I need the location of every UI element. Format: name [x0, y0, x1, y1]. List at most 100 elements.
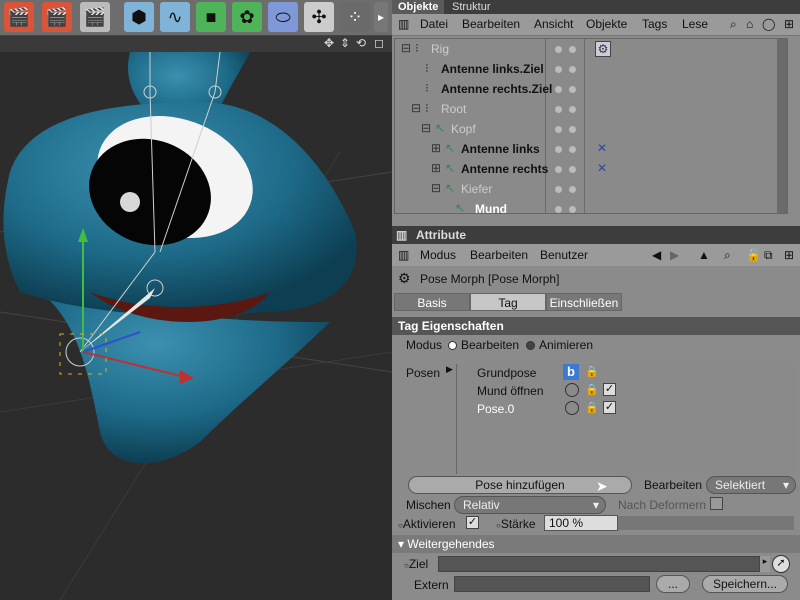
menu-bookmarks[interactable]: Lese — [682, 17, 708, 31]
tab-include[interactable]: Einschließen — [546, 293, 622, 311]
browse-button[interactable]: ... — [656, 575, 690, 593]
render-visibility-dot[interactable] — [569, 86, 576, 93]
render-picture-icon[interactable]: 🎬 — [42, 2, 72, 32]
particle-icon[interactable]: ⁘ — [340, 2, 370, 32]
pose-row[interactable]: Pose.0 🔒 ✓ — [457, 400, 797, 418]
menu-mode[interactable]: Modus — [420, 248, 456, 262]
collapse-icon[interactable]: ⊟ — [411, 101, 421, 115]
render-settings-icon[interactable]: 🎬 — [80, 2, 110, 32]
editor-visibility-dot[interactable] — [555, 166, 562, 173]
tree-row-antenne-links-ziel[interactable]: ⁝ Antenne links.Ziel — [395, 59, 787, 79]
expand-icon[interactable]: ⊞ — [431, 141, 441, 155]
menu-user[interactable]: Benutzer — [540, 248, 588, 262]
editor-visibility-dot[interactable] — [555, 46, 562, 53]
expand-icon[interactable]: ⊞ — [431, 161, 441, 175]
pose-enabled-checkbox[interactable]: ✓ — [603, 383, 616, 396]
menu-edit[interactable]: Bearbeiten — [462, 17, 520, 31]
editor-visibility-dot[interactable] — [555, 126, 562, 133]
strength-slider[interactable] — [618, 516, 794, 530]
extern-field[interactable] — [454, 576, 650, 592]
render-visibility-dot[interactable] — [569, 166, 576, 173]
tab-objects[interactable]: Objekte — [392, 0, 445, 14]
lock-icon[interactable]: 🔓 — [746, 248, 761, 262]
ik-tag-icon[interactable]: ✕ — [597, 141, 607, 155]
render-visibility-dot[interactable] — [569, 106, 576, 113]
editor-visibility-dot[interactable] — [555, 106, 562, 113]
collapse-icon[interactable]: ⊟ — [431, 181, 441, 195]
viewport-3d[interactable]: 🎬 🎬 🎬 ⬢ ∿ ■ ✿ ⬭ ✣ ⁘ ▸ ✥ ⇕ ⟲ ◻ — [0, 0, 392, 600]
up-arrow-icon[interactable]: ▲ — [698, 248, 710, 262]
collapse-icon[interactable]: ⊟ — [401, 41, 411, 55]
lock-icon[interactable]: 🔒 — [585, 365, 599, 379]
pose-list[interactable]: Grundpose b 🔒 Mund öffnen 🔒 ✓ Pose.0 🔒 ✓ — [456, 364, 796, 474]
editor-visibility-dot[interactable] — [555, 86, 562, 93]
search-icon[interactable]: ⌕ — [724, 248, 731, 263]
tree-row-antenne-rechts-ziel[interactable]: ⁝ Antenne rechts.Ziel — [395, 79, 787, 99]
tree-row-rig[interactable]: ⊟ ⁝ Rig ⚙ — [395, 39, 787, 59]
activate-checkbox[interactable]: ✓ — [466, 516, 479, 529]
crosshair-icon[interactable] — [565, 401, 579, 415]
menu-objects[interactable]: Objekte — [586, 17, 627, 31]
render-view-icon[interactable]: 🎬 — [4, 2, 34, 32]
object-manager[interactable]: ⊟ ⁝ Rig ⚙ ⁝ Antenne links.Ziel ⁝ Antenne… — [394, 38, 788, 214]
tree-row-kopf[interactable]: ⊟ ↖ Kopf — [395, 119, 787, 139]
tree-row-antenne-rechts[interactable]: ⊞ ↖ Antenne rechts ✕ — [395, 159, 787, 179]
collapse-icon[interactable]: ⊟ — [421, 121, 431, 135]
back-arrow-icon[interactable]: ◀ — [652, 248, 661, 262]
editor-visibility-dot[interactable] — [555, 66, 562, 73]
panel-grip-icon[interactable]: ▥ — [398, 248, 409, 262]
scene-icon[interactable]: ✣ — [304, 2, 334, 32]
render-visibility-dot[interactable] — [569, 126, 576, 133]
tree-row-root[interactable]: ⊟ ⁝ Root — [395, 99, 787, 119]
menu-file[interactable]: Datei — [420, 17, 448, 31]
cube-icon[interactable]: ⬢ — [124, 2, 154, 32]
editor-visibility-dot[interactable] — [555, 206, 562, 213]
mode-animate-radio[interactable]: Animieren — [526, 338, 593, 352]
tree-row-antenne-links[interactable]: ⊞ ↖ Antenne links ✕ — [395, 139, 787, 159]
panel-grip-icon[interactable]: ▥ — [396, 228, 407, 242]
panel-grip-icon[interactable]: ▥ — [398, 17, 409, 31]
maximize-view-icon[interactable]: ◻ — [374, 36, 384, 50]
editor-visibility-dot[interactable] — [555, 146, 562, 153]
tab-structure[interactable]: Struktur — [446, 0, 497, 14]
tab-basis[interactable]: Basis — [394, 293, 470, 311]
tree-row-kiefer[interactable]: ⊟ ↖ Kiefer — [395, 179, 787, 199]
pose-enabled-checkbox[interactable]: ✓ — [603, 401, 616, 414]
tab-tag[interactable]: Tag — [470, 293, 546, 311]
mix-select[interactable]: Relativ ▾ — [454, 496, 606, 514]
more-tools-icon[interactable]: ▸ — [374, 2, 388, 32]
eye-icon[interactable]: ◯ — [762, 17, 775, 31]
rotate-view-icon[interactable]: ⟲ — [356, 36, 366, 50]
strength-input[interactable]: 100 % — [544, 515, 618, 531]
link-icon[interactable]: ⧉ — [764, 248, 773, 263]
render-visibility-dot[interactable] — [569, 146, 576, 153]
array-icon[interactable]: ✿ — [232, 2, 262, 32]
lock-icon[interactable]: 🔒 — [585, 383, 599, 397]
home-icon[interactable]: ⌂ — [746, 17, 753, 31]
zoom-view-icon[interactable]: ⇕ — [340, 36, 350, 50]
spline-icon[interactable]: ∿ — [160, 2, 190, 32]
new-panel-icon[interactable]: ⊞ — [784, 17, 794, 31]
pick-object-icon[interactable]: ➚ — [772, 555, 790, 573]
render-visibility-dot[interactable] — [569, 186, 576, 193]
pose-morph-tag-icon[interactable]: ⚙ — [595, 41, 611, 57]
menu-edit[interactable]: Bearbeiten — [470, 248, 528, 262]
mode-edit-radio[interactable]: Bearbeiten — [448, 338, 519, 352]
editor-visibility-dot[interactable] — [555, 186, 562, 193]
after-deformers-checkbox[interactable] — [710, 497, 723, 510]
render-visibility-dot[interactable] — [569, 206, 576, 213]
save-button[interactable]: Speichern... — [702, 575, 788, 593]
menu-view[interactable]: Ansicht — [534, 17, 573, 31]
new-panel-icon[interactable]: ⊞ — [784, 248, 794, 262]
pose-row[interactable]: Mund öffnen 🔒 ✓ — [457, 382, 797, 400]
forward-arrow-icon[interactable]: ▶ — [670, 248, 679, 262]
render-visibility-dot[interactable] — [569, 46, 576, 53]
menu-tags[interactable]: Tags — [642, 17, 667, 31]
search-icon[interactable]: ⌕ — [730, 17, 737, 32]
edit-select[interactable]: Selektiert ▾ — [706, 476, 796, 494]
expand-arrow-icon[interactable]: ▸ — [760, 556, 770, 572]
pose-row[interactable]: Grundpose b 🔒 — [457, 364, 797, 382]
nurbs-icon[interactable]: ■ — [196, 2, 226, 32]
deformer-icon[interactable]: ⬭ — [268, 2, 298, 32]
crosshair-icon[interactable] — [565, 383, 579, 397]
